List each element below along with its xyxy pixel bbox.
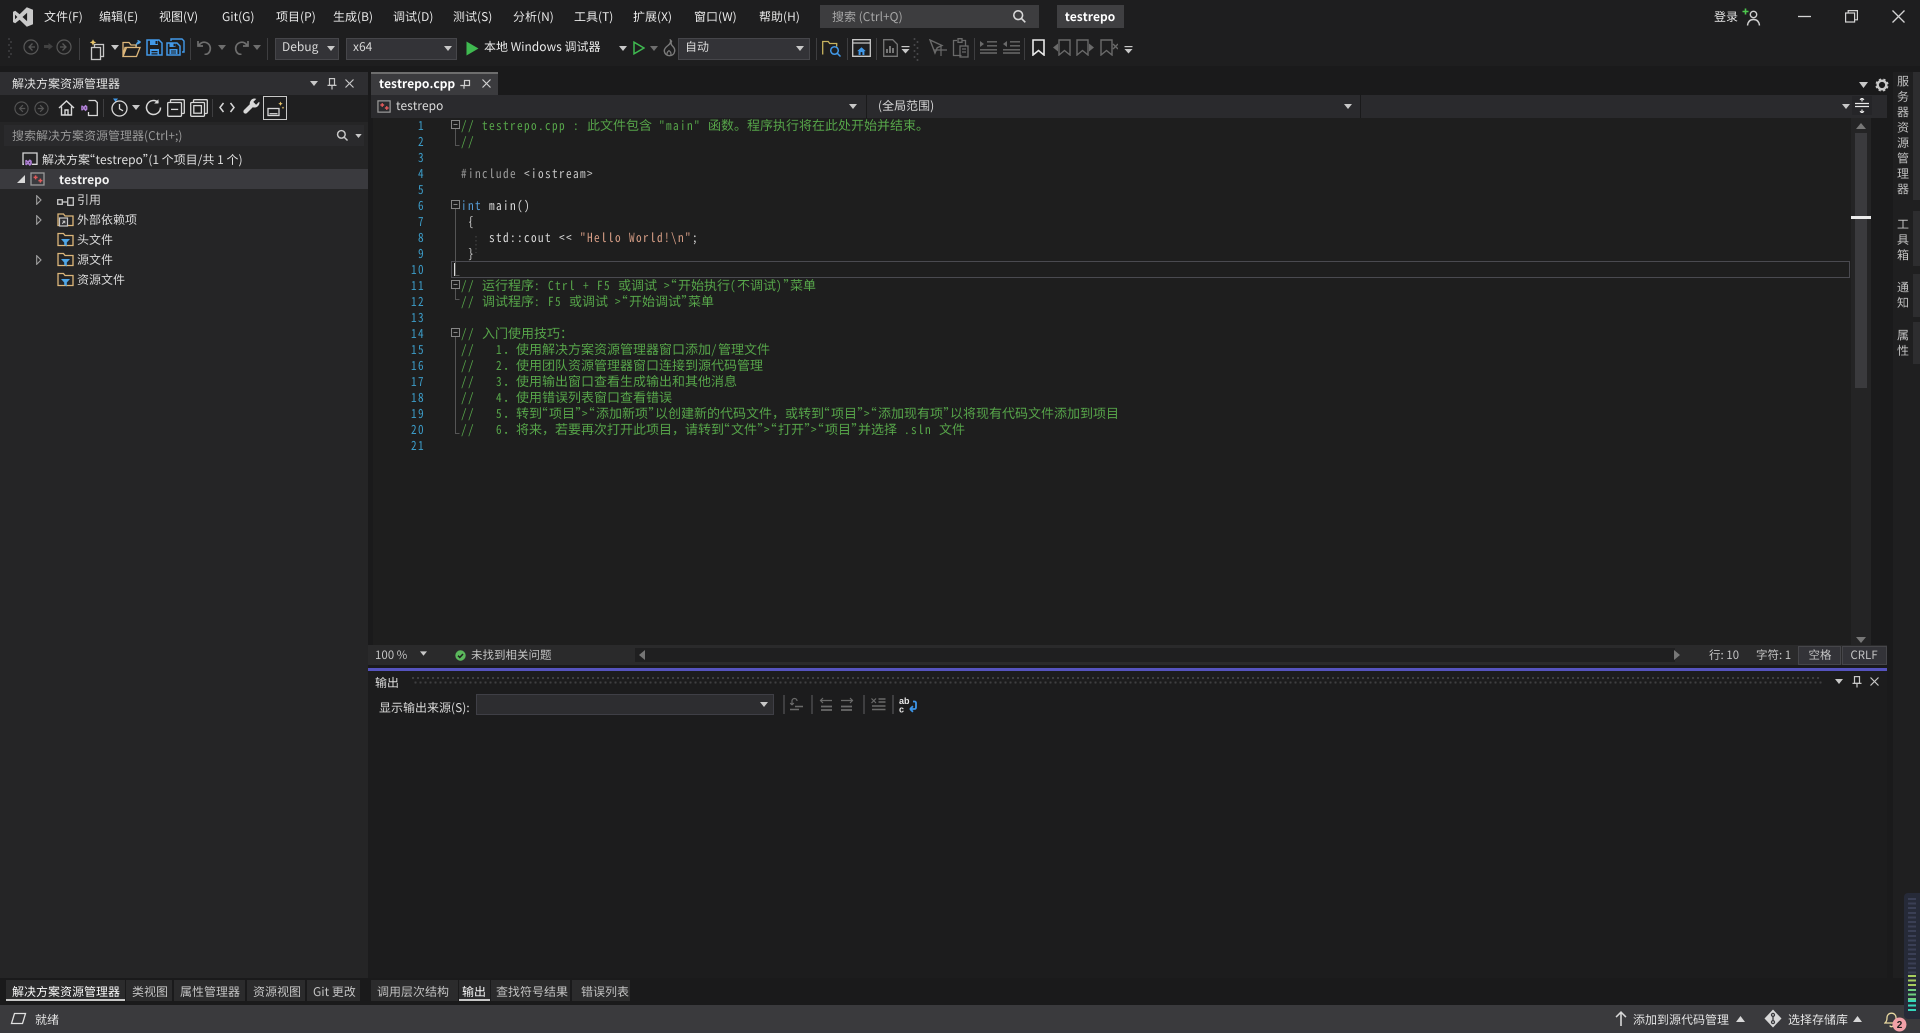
svg-text:2: 2 [1897, 1020, 1903, 1031]
svg-text:c: c [899, 705, 904, 715]
